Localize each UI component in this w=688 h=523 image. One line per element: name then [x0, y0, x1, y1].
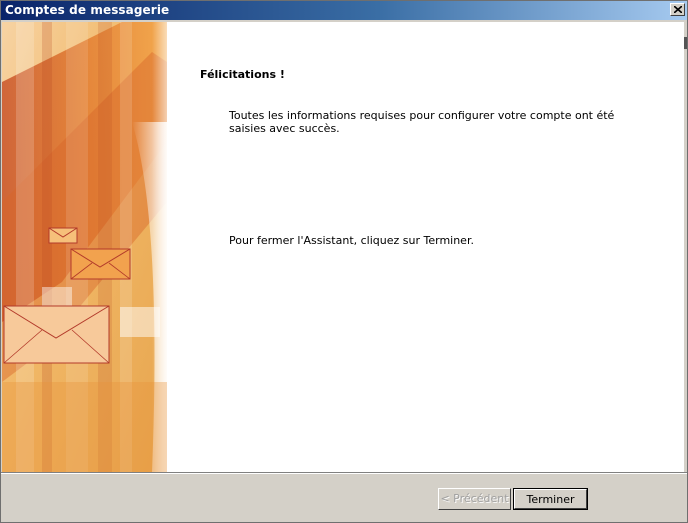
page-title: Félicitations ! [200, 68, 285, 81]
finish-button[interactable]: Terminer [513, 488, 588, 510]
envelope-icon-small [48, 227, 78, 244]
close-button[interactable] [670, 3, 685, 16]
wizard-banner-image [2, 22, 167, 472]
wizard-content: Félicitations ! Toutes les informations … [2, 22, 684, 472]
close-icon [674, 6, 682, 13]
completion-message: Toutes les informations requises pour co… [229, 109, 615, 135]
back-button[interactable]: < Précédent [438, 488, 511, 510]
title-bar[interactable]: Comptes de messagerie [1, 1, 687, 20]
finish-instruction: Pour fermer l'Assistant, cliquez sur Ter… [229, 234, 474, 247]
envelope-icon-medium [70, 248, 131, 280]
window-edge-marker [684, 37, 687, 49]
window-title: Comptes de messagerie [5, 3, 170, 17]
footer-separator [1, 472, 687, 474]
envelope-icon-large [3, 305, 110, 364]
mail-accounts-dialog: Comptes de messagerie Félicitations ! To… [0, 0, 688, 523]
